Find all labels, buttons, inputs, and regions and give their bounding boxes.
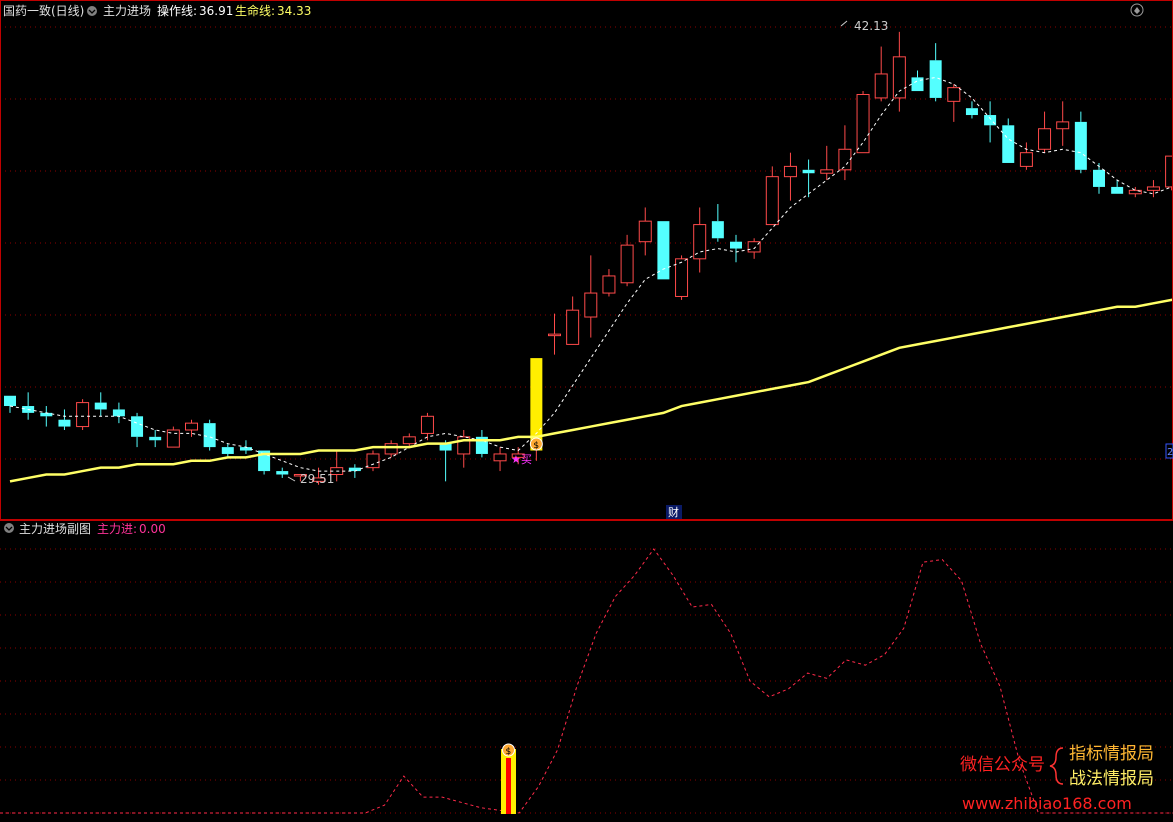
candle-up	[638, 220, 652, 243]
low-arrow-icon	[287, 476, 296, 482]
candle-up	[584, 292, 598, 318]
coin-glyph: $	[533, 441, 539, 451]
high-price-label: 42.13	[854, 19, 888, 33]
candle-down	[802, 169, 815, 174]
candle-up	[783, 165, 797, 178]
candle-down	[1111, 186, 1124, 194]
candle-down	[94, 402, 107, 410]
candle-down	[149, 436, 162, 441]
brace-icon	[1049, 747, 1064, 785]
candle-down	[112, 409, 125, 417]
star-icon: ★	[511, 453, 521, 466]
candle-up	[1019, 152, 1033, 167]
candle-up	[420, 415, 434, 434]
candle-down	[965, 108, 978, 116]
candle-up	[602, 275, 616, 294]
candle-up	[874, 73, 888, 99]
candle-down	[221, 447, 234, 454]
candle-up	[1056, 121, 1070, 130]
candle-down	[911, 77, 924, 92]
low-price-label: 29.51	[300, 472, 334, 486]
diamond-icon	[1134, 7, 1140, 14]
op-line-value: 36.91	[199, 4, 233, 18]
candle-up	[1165, 155, 1173, 188]
sub-value-label: 主力进:	[97, 522, 137, 536]
candle-up	[620, 244, 634, 284]
candle-up	[838, 148, 852, 171]
candle-down	[40, 412, 53, 417]
candle-up	[384, 443, 398, 455]
sub-title: 主力进场副图	[19, 522, 91, 536]
life-line	[9, 298, 1173, 483]
candle-up	[548, 333, 561, 337]
candle-up	[856, 93, 870, 154]
candle-down	[203, 423, 216, 448]
cai-label: 财	[668, 505, 679, 519]
candle-up	[1038, 128, 1052, 150]
candle-down	[4, 395, 16, 407]
candle-down	[1002, 125, 1015, 163]
candle-up	[402, 436, 416, 445]
candle-down	[1074, 121, 1087, 170]
stock-name: 国药一致(日线)	[3, 4, 84, 18]
candle-down	[131, 416, 144, 437]
coin-glyph: $	[506, 747, 512, 757]
candle-down	[1093, 169, 1105, 187]
candle-down	[657, 221, 670, 280]
watermark-left: 微信公众号	[960, 755, 1045, 775]
indicator-name: 主力进场	[103, 4, 151, 18]
candle-down	[730, 241, 742, 249]
watermark-line1: 指标情报局	[1069, 744, 1154, 764]
candlesticks	[4, 31, 1173, 485]
candle-up	[566, 309, 580, 345]
stock-chart-canvas[interactable]: $$ 国药一致(日线) 主力进场 操作线: 36.91 生命线: 34.33 4…	[0, 0, 1173, 818]
sub-signal-bar-core	[506, 758, 511, 814]
life-line-value: 34.33	[277, 4, 311, 18]
candle-up	[693, 224, 707, 260]
sub-value: 0.00	[139, 522, 166, 536]
candle-up	[765, 176, 779, 226]
life-line-label: 生命线:	[235, 3, 275, 18]
watermark-url: www.zhibiao168.com	[962, 794, 1132, 813]
candle-up	[493, 453, 507, 462]
candle-up	[185, 422, 198, 431]
watermark-line2: 战法情报局	[1069, 769, 1154, 789]
sub-menu-icon[interactable]	[4, 523, 14, 533]
candle-up	[820, 169, 834, 174]
operation-line	[9, 76, 1173, 472]
signal-markers: $$	[501, 437, 543, 814]
indicator-menu-icon[interactable]	[87, 6, 97, 16]
candle-up	[675, 258, 689, 297]
candle-down	[276, 471, 289, 475]
candle-down	[58, 419, 71, 427]
chart-root: $ $ 国药一致(日线) 主力进场 操作线: 36.91 生命线: 34.33 4…	[0, 0, 1173, 818]
edge-tag-label: 2	[1167, 447, 1173, 458]
high-arrow-icon	[840, 20, 848, 27]
candle-up	[76, 402, 90, 428]
candle-up	[366, 453, 380, 469]
buy-label: 买	[521, 453, 532, 466]
op-line-label: 操作线:	[157, 3, 197, 18]
main-panel-grid	[0, 26, 1173, 460]
candle-up	[1146, 186, 1160, 191]
candle-up	[947, 87, 961, 102]
candle-down	[711, 221, 724, 239]
